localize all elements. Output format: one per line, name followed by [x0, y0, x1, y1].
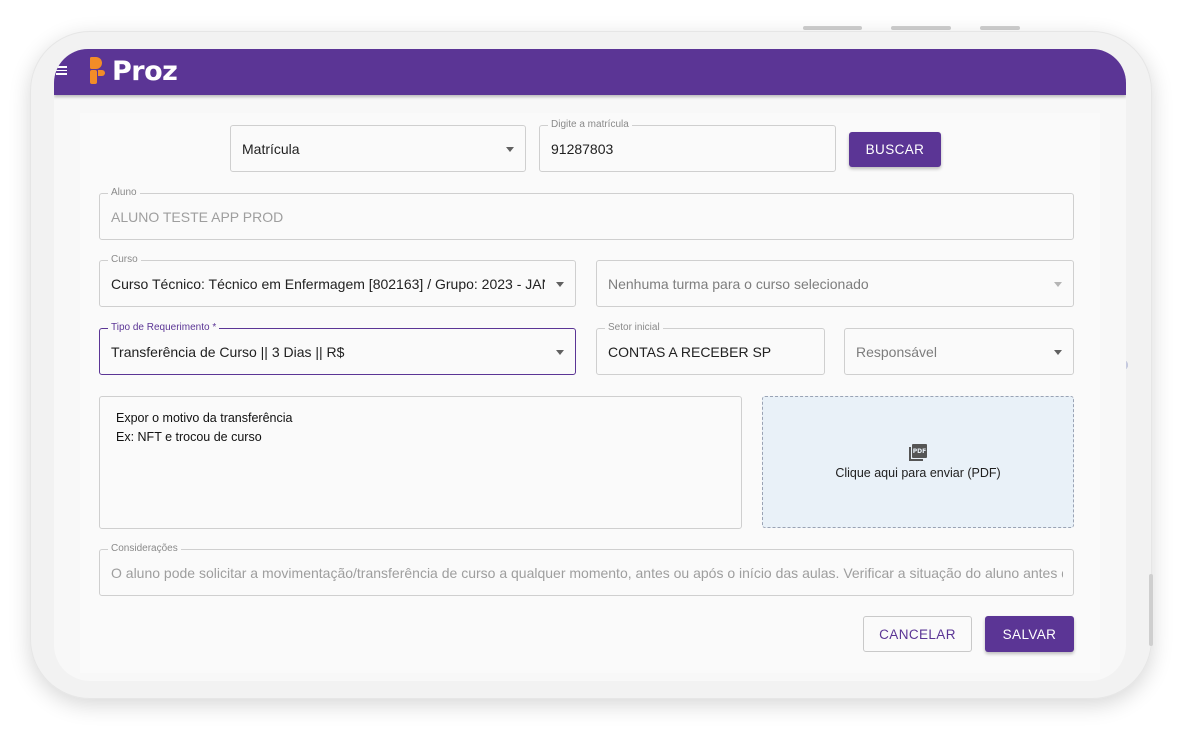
curso-value: Curso Técnico: Técnico em Enfermagem [80…: [111, 275, 545, 292]
chevron-down-icon: [506, 146, 514, 152]
requerimento-form: Matrícula Digite a matrícula 91287803 BU…: [80, 113, 1100, 673]
motivo-line: Ex: NFT e trocou de curso: [116, 430, 262, 444]
app-screen: Proz Matrícula Digite a matrícula 912878…: [54, 49, 1126, 681]
curso-select[interactable]: Curso Curso Técnico: Técnico em Enfermag…: [99, 254, 576, 307]
setor-inicial-value: CONTAS A RECEBER SP: [608, 343, 772, 360]
matricula-value: 91287803: [551, 140, 614, 157]
matricula-input[interactable]: Digite a matrícula 91287803: [539, 119, 836, 172]
tipo-requerimento-select[interactable]: Tipo de Requerimento * Transferência de …: [99, 322, 576, 375]
brand-name: Proz: [112, 55, 178, 87]
aluno-value: ALUNO TESTE APP PROD: [111, 208, 284, 225]
responsavel-select[interactable]: Responsável: [844, 328, 1074, 375]
search-type-select[interactable]: Matrícula: [230, 125, 526, 172]
consideracoes-value: O aluno pode solicitar a movimentação/tr…: [111, 564, 1063, 581]
motivo-line: Expor o motivo da transferência: [116, 411, 293, 425]
device-top-button: [980, 26, 1020, 30]
pdf-upload-dropzone[interactable]: PDF Clique aqui para enviar (PDF): [762, 396, 1074, 528]
device-top-button: [803, 26, 862, 30]
cancel-button[interactable]: CANCELAR: [863, 616, 972, 652]
chevron-down-icon: [1054, 281, 1062, 287]
aluno-field: Aluno ALUNO TESTE APP PROD: [99, 187, 1074, 240]
chevron-down-icon: [556, 349, 564, 355]
responsavel-placeholder: Responsável: [856, 343, 937, 360]
proz-logo: Proz: [90, 55, 178, 87]
proz-logo-icon: [90, 57, 106, 85]
search-type-value: Matrícula: [242, 140, 300, 157]
turma-placeholder: Nenhuma turma para o curso selecionado: [608, 275, 869, 292]
menu-icon[interactable]: [56, 66, 67, 75]
tipo-requerimento-value: Transferência de Curso || 3 Dias || R$: [111, 343, 345, 360]
upload-label: Clique aqui para enviar (PDF): [835, 466, 1001, 480]
pdf-icon: PDF: [909, 444, 927, 462]
device-top-button: [891, 26, 951, 30]
chevron-down-icon: [1054, 349, 1062, 355]
app-bar: Proz: [54, 49, 1126, 95]
turma-select[interactable]: Nenhuma turma para o curso selecionado: [596, 260, 1074, 307]
chevron-down-icon: [556, 281, 564, 287]
motivo-textarea[interactable]: Expor o motivo da transferência Ex: NFT …: [99, 396, 742, 529]
setor-inicial-field[interactable]: Setor inicial CONTAS A RECEBER SP: [596, 322, 825, 375]
save-button[interactable]: SALVAR: [985, 616, 1074, 652]
device-side-button: [1149, 574, 1153, 646]
consideracoes-field: Considerações O aluno pode solicitar a m…: [99, 543, 1074, 596]
search-button[interactable]: BUSCAR: [849, 132, 941, 167]
